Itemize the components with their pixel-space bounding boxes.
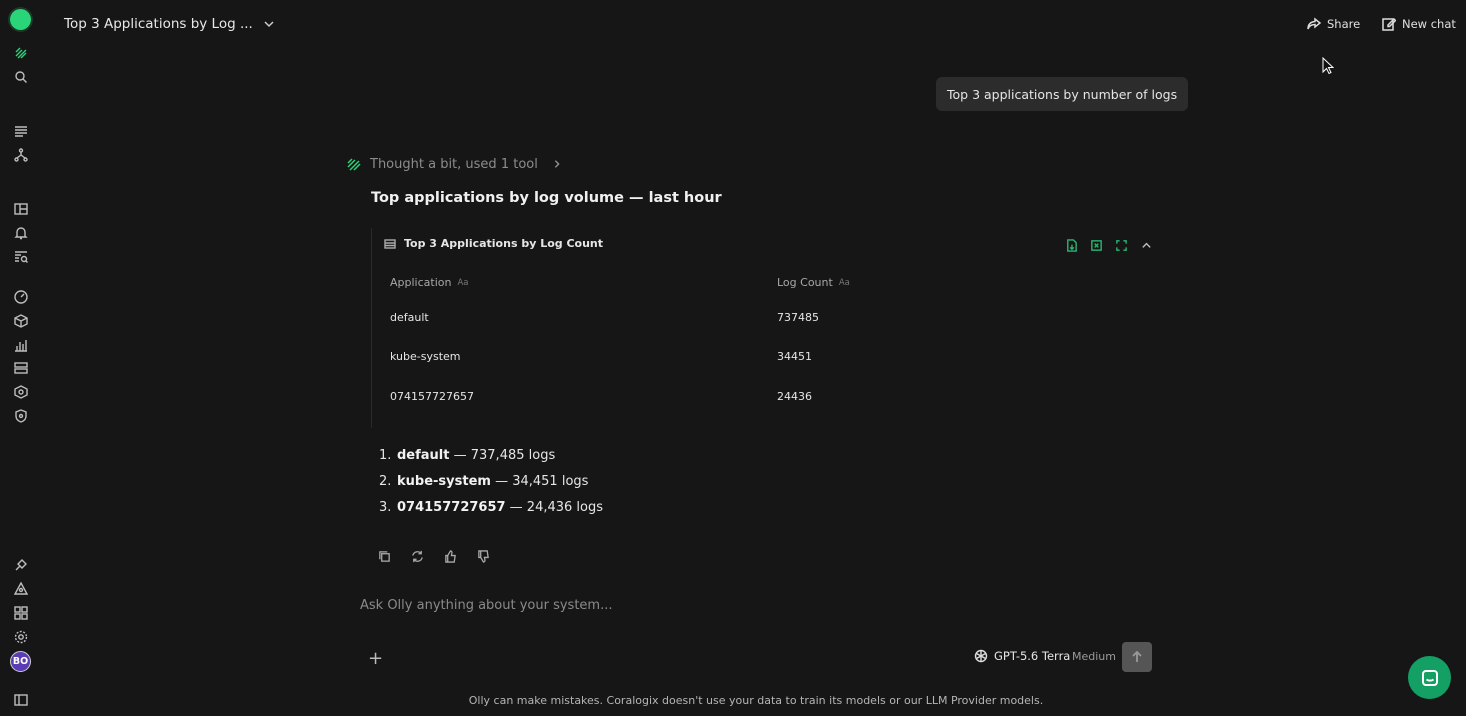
model-selector[interactable]: GPT-5.6 Terra [974,649,1070,663]
traces-icon[interactable] [13,147,29,163]
table-cell: 34451 [777,350,812,363]
apm-icon[interactable] [13,289,29,305]
column-header-label: Log Count [777,276,833,289]
effort-selector[interactable]: Medium [1072,650,1116,663]
shield-icon[interactable] [13,408,29,424]
share-icon [1307,17,1321,30]
alerts-bell-icon[interactable] [13,581,29,597]
thumbs-down-icon[interactable] [477,548,490,567]
open-in-explore-icon[interactable] [1090,237,1103,256]
dashboards-icon[interactable] [13,201,29,217]
list-item: 3. 074157727657 — 24,436 logs [379,500,604,515]
infrastructure-icon[interactable] [13,313,29,329]
integrations-icon[interactable] [13,557,29,573]
share-button[interactable]: Share [1307,17,1360,31]
list-item-value: — 737,485 logs [449,448,556,463]
olly-mark-icon [347,158,361,171]
table-cell: 074157727657 [390,390,474,403]
thumbs-up-icon[interactable] [444,548,457,567]
logs-icon[interactable] [13,123,29,139]
table-cell: default [390,311,429,324]
table-cell: kube-system [390,350,461,363]
chevron-up-icon[interactable] [1140,237,1153,256]
table-title: Top 3 Applications by Log Count [404,237,604,250]
user-message: Top 3 applications by number of logs [936,77,1189,111]
column-header-application[interactable]: Application Aa [390,276,469,289]
table-cell: 737485 [777,311,819,324]
chat-bubble-icon [1421,669,1438,686]
regenerate-icon[interactable] [411,548,424,567]
chat-title: Top 3 Applications by Log ... [64,16,253,32]
result-table-card: Top 3 Applications by Log Count Applicat… [371,228,1161,428]
thought-label: Thought a bit, used 1 tool [370,156,538,172]
table-header: Top 3 Applications by Log Count [384,237,603,250]
text-type-icon: Aa [457,277,469,288]
list-item: 2. kube-system — 34,451 logs [379,474,589,489]
send-button[interactable] [1122,642,1152,672]
list-item-value: — 34,451 logs [490,474,589,489]
download-icon[interactable] [1065,237,1078,256]
answer-title: Top applications by log volume — last ho… [371,190,722,206]
edit-icon [1382,17,1396,31]
new-chat-label: New chat [1402,17,1456,31]
settings-icon[interactable] [13,629,29,645]
support-chat-button[interactable] [1408,656,1451,699]
disclaimer: Olly can make mistakes. Coralogix doesn'… [468,694,1044,707]
expand-icon[interactable] [1115,237,1128,256]
table-cell: 24436 [777,390,812,403]
table-actions [1065,237,1153,256]
table-icon [384,238,396,249]
add-attachment-button[interactable]: + [368,648,383,669]
search-icon[interactable] [13,69,29,85]
mouse-cursor-icon [1322,57,1334,75]
list-item: 1. default — 737,485 logs [379,448,556,463]
apps-grid-icon[interactable] [13,605,29,621]
list-item-value: — 24,436 logs [505,500,604,515]
list-item-name: 074157727657 [397,500,506,515]
share-label: Share [1327,17,1361,31]
security-icon[interactable] [13,384,29,400]
list-item-name: kube-system [397,474,491,489]
results-list: 1. default — 737,485 logs 2. kube-system… [379,448,603,526]
avatar[interactable]: BO [10,651,31,672]
message-actions [378,548,490,567]
copy-icon[interactable] [378,548,391,567]
coralogix-logo-icon[interactable] [13,45,29,61]
thought-toggle[interactable]: Thought a bit, used 1 tool [346,156,562,172]
column-header-log-count[interactable]: Log Count Aa [777,276,850,289]
new-chat-button[interactable]: New chat [1382,17,1456,31]
olly-logo-icon[interactable] [10,9,31,30]
chevron-right-icon [554,160,560,168]
model-name: GPT-5.6 Terra [994,649,1071,663]
chat-title-dropdown[interactable]: Top 3 Applications by Log ... [64,16,275,32]
explore-icon[interactable] [13,249,29,265]
chevron-down-icon [264,21,274,28]
list-item-name: default [397,448,450,463]
openai-icon [974,649,988,663]
chat-input[interactable]: Ask Olly anything about your system... [360,598,612,613]
arrow-up-icon [1132,651,1142,662]
alerts-icon[interactable] [13,225,29,241]
text-type-icon: Aa [838,277,850,288]
metrics-icon[interactable] [13,337,29,353]
column-header-label: Application [390,276,452,289]
left-rail: BO [0,0,42,716]
data-icon[interactable] [13,360,29,376]
